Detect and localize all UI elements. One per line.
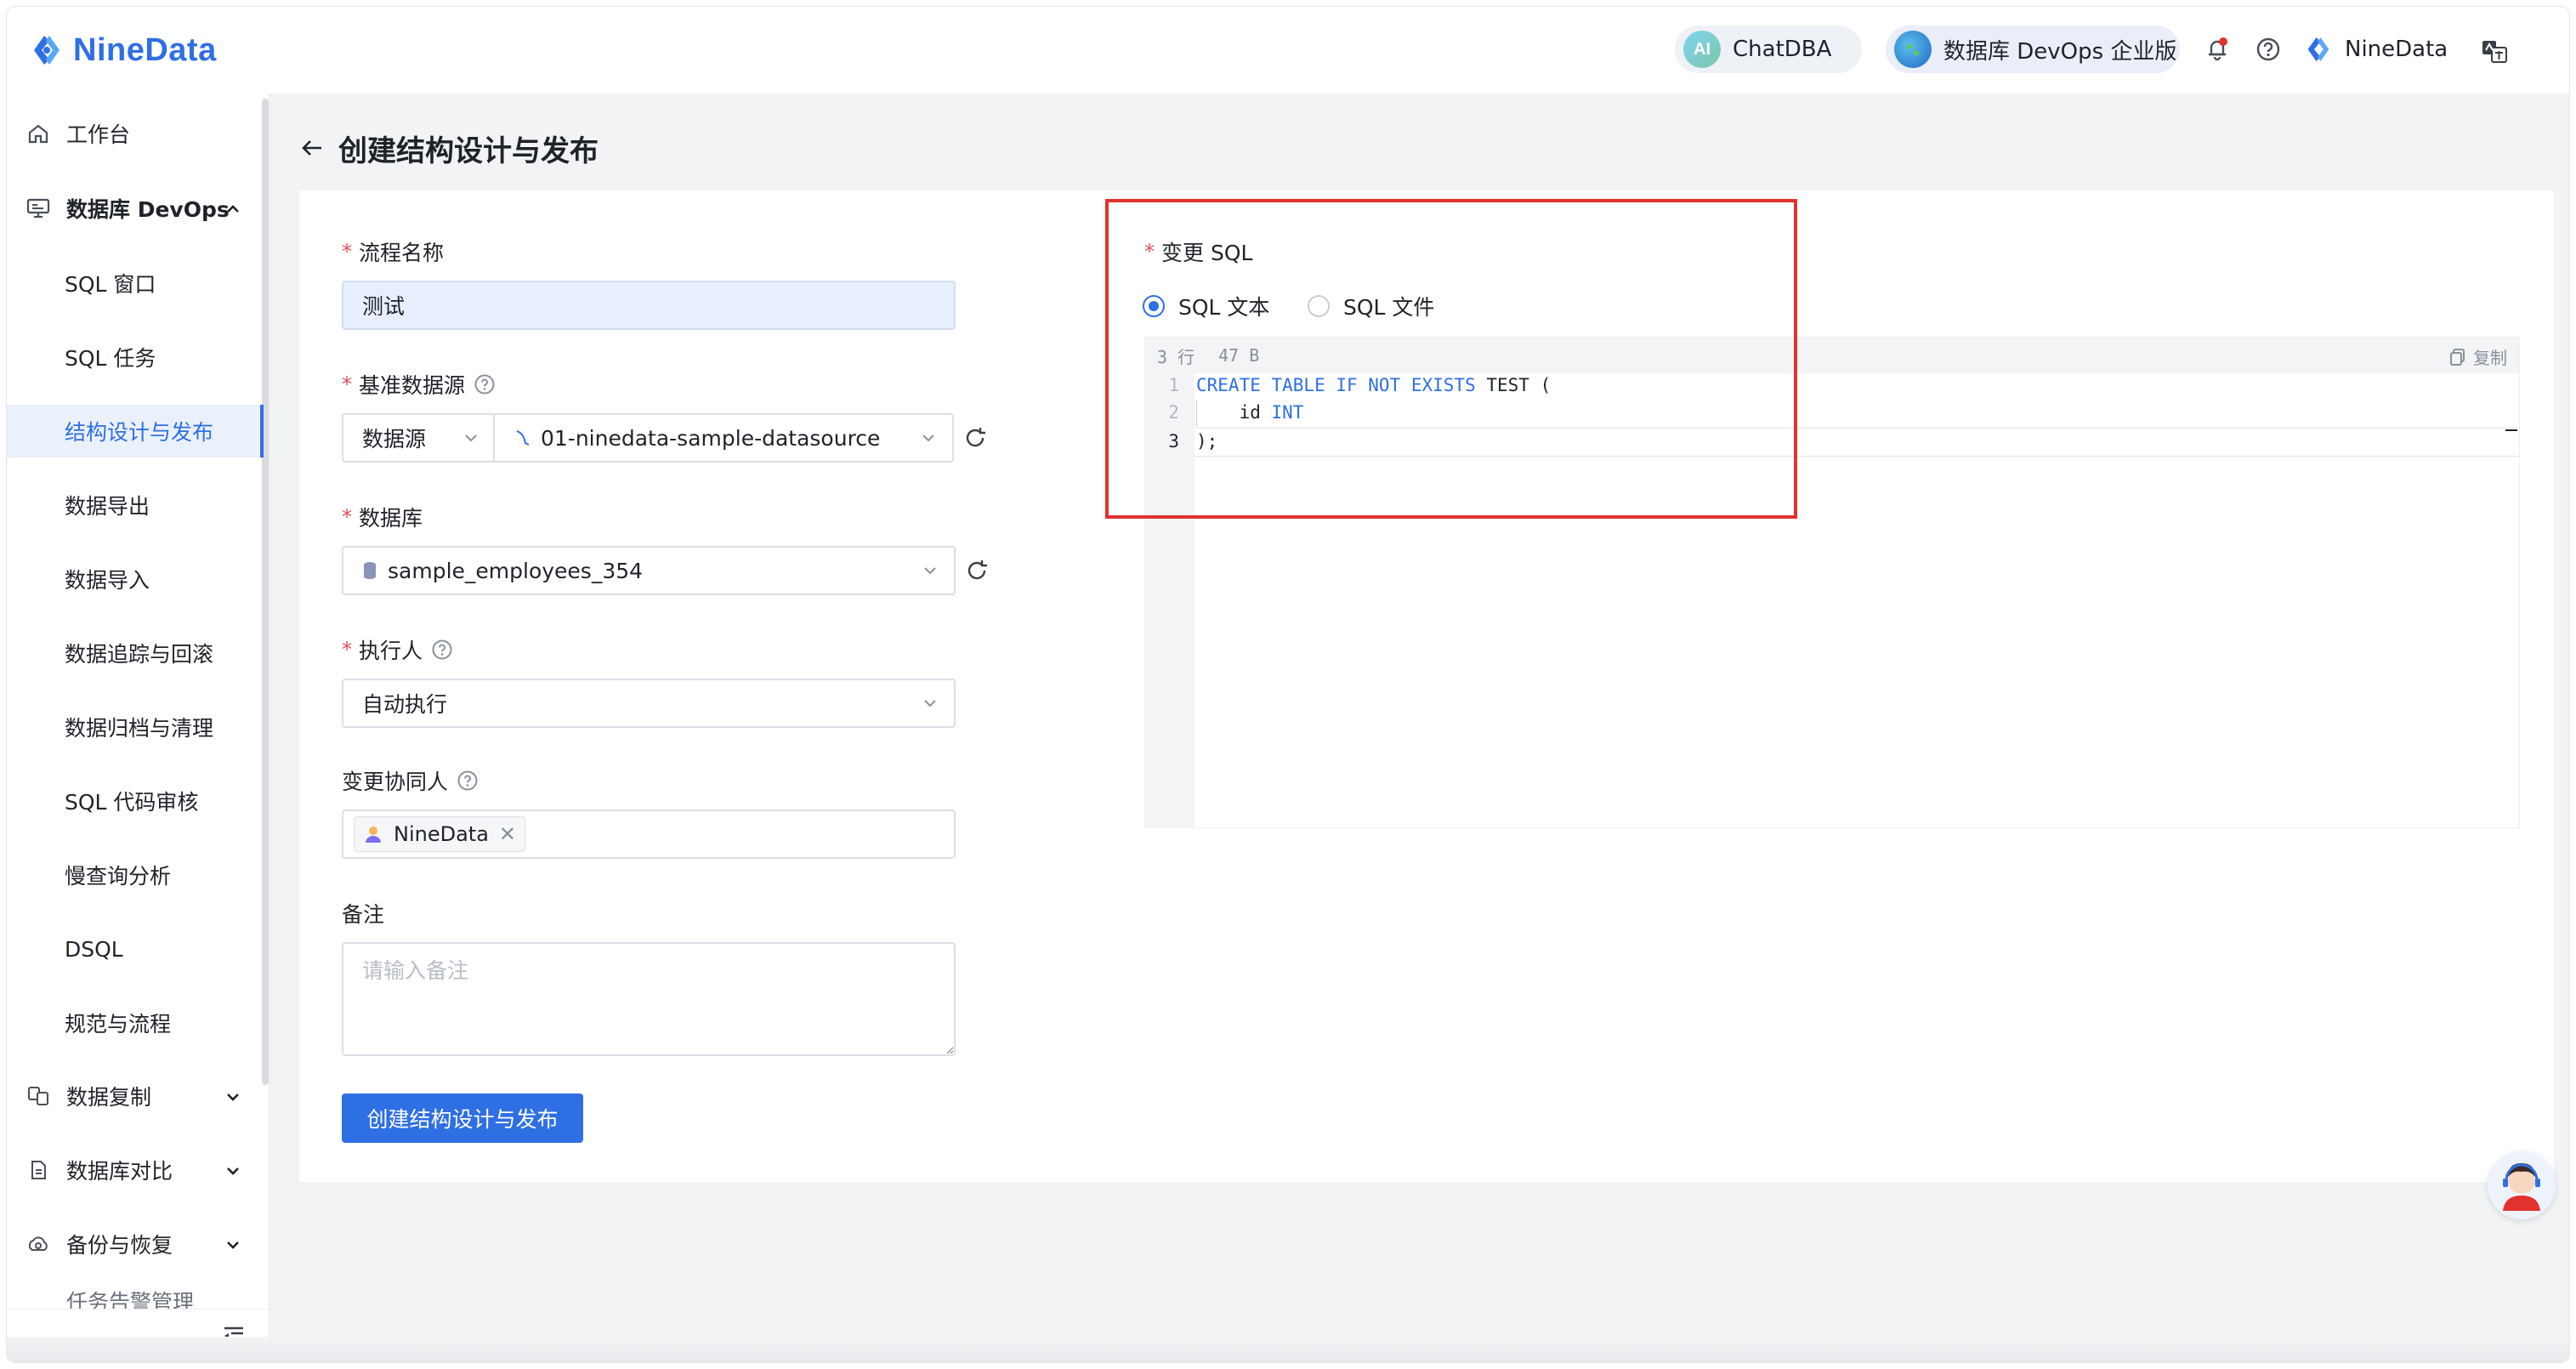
- home-icon: [26, 121, 51, 146]
- submit-button[interactable]: 创建结构设计与发布: [342, 1093, 583, 1143]
- chevron-down-icon: [924, 700, 936, 707]
- copy-icon: [2450, 348, 2465, 366]
- back-arrow-icon[interactable]: [298, 133, 326, 162]
- database-icon: [364, 562, 376, 579]
- support-avatar[interactable]: [2488, 1151, 2556, 1219]
- chevron-down-icon: [922, 435, 934, 442]
- page-title: 创建结构设计与发布: [338, 133, 599, 168]
- sidebar-item-dsql[interactable]: DSQL: [7, 923, 260, 975]
- ninedata-logo-icon: [34, 36, 60, 65]
- collaborator-select[interactable]: NineData ✕: [342, 809, 956, 859]
- sidebar-group-compare[interactable]: 数据库对比: [7, 1144, 260, 1196]
- sidebar-item-data-tracking[interactable]: 数据追踪与回滚: [7, 627, 260, 679]
- note-label: 备注: [342, 902, 385, 927]
- user-avatar-icon: [2307, 37, 2329, 62]
- collaborator-label: 变更协同人: [342, 765, 479, 796]
- sidebar-item-slow-query[interactable]: 慢查询分析: [7, 849, 260, 901]
- monitor-icon: [26, 196, 51, 221]
- remove-tag-icon[interactable]: ✕: [499, 822, 516, 846]
- required-mark: *: [342, 240, 352, 264]
- user-avatar-icon: [366, 827, 381, 843]
- globe-icon: [1894, 31, 1932, 68]
- language-icon[interactable]: [2479, 36, 2510, 66]
- question-icon[interactable]: [474, 373, 496, 395]
- sidebar-item-data-import[interactable]: 数据导入: [7, 553, 260, 605]
- brand-name: NineData: [73, 31, 217, 68]
- chevron-down-icon: [465, 435, 477, 442]
- flow-name-input[interactable]: 测试: [342, 281, 956, 330]
- datasource-select[interactable]: 01-ninedata-sample-datasource: [493, 413, 954, 463]
- cloud-backup-icon: [26, 1231, 51, 1257]
- question-icon[interactable]: [457, 770, 479, 792]
- flow-name-label: * 流程名称: [342, 240, 445, 265]
- note-textarea[interactable]: [342, 942, 956, 1056]
- user-menu[interactable]: NineData: [2302, 31, 2448, 68]
- chevron-up-icon: [227, 205, 239, 213]
- sidebar-item-sql-review[interactable]: SQL 代码审核: [7, 775, 260, 827]
- sidebar-item-workbench[interactable]: 工作台: [7, 107, 260, 160]
- chevron-down-icon: [227, 1167, 239, 1175]
- refresh-icon[interactable]: [964, 558, 990, 583]
- sidebar-group-replication[interactable]: 数据复制: [7, 1070, 260, 1122]
- chevron-down-icon: [924, 567, 936, 575]
- sidebar-item-label: 工作台: [66, 122, 131, 147]
- mysql-icon: [516, 430, 530, 446]
- datasource-label: * 基准数据源: [342, 369, 496, 400]
- sidebar: 工作台 数据库 DevOps SQL 窗口 SQL 任务 结构设计与发布 数据导…: [7, 94, 270, 1362]
- executor-select[interactable]: 自动执行: [342, 679, 956, 728]
- sidebar-group-devops[interactable]: 数据库 DevOps: [7, 182, 260, 235]
- brand-logo[interactable]: NineData: [27, 29, 217, 71]
- scroll-marker: [2505, 429, 2517, 431]
- edition-label: 数据库 DevOps 企业版: [1943, 38, 2177, 65]
- top-header: NineData AI ChatDBA 数据库 DevOps 企业版 NineD…: [7, 7, 2569, 94]
- help-icon[interactable]: [2253, 34, 2284, 65]
- required-mark: *: [342, 372, 352, 396]
- sidebar-item-data-export[interactable]: 数据导出: [7, 479, 260, 531]
- chatdba-button[interactable]: AI ChatDBA: [1675, 26, 1862, 73]
- user-name: NineData: [2345, 37, 2448, 62]
- page-header: 创建结构设计与发布: [298, 126, 599, 170]
- copy-button[interactable]: 复制: [2449, 344, 2507, 369]
- question-icon[interactable]: [431, 639, 453, 661]
- required-mark: *: [342, 505, 352, 529]
- database-select[interactable]: sample_employees_354: [342, 546, 956, 595]
- sidebar-item-standards[interactable]: 规范与流程: [7, 997, 260, 1049]
- datasource-type-select[interactable]: 数据源: [342, 413, 495, 463]
- bell-icon[interactable]: [2202, 34, 2233, 65]
- bottom-edge: [7, 1337, 2569, 1362]
- customer-service-icon: [2503, 1163, 2540, 1211]
- annotation-highlight-box: [1105, 199, 1797, 519]
- alert-icon: [26, 1286, 51, 1311]
- sidebar-group-label: 数据库 DevOps: [66, 197, 230, 222]
- app-window: NineData AI ChatDBA 数据库 DevOps 企业版 NineD…: [7, 7, 2569, 1362]
- executor-label: * 执行人: [342, 634, 453, 665]
- compare-icon: [26, 1157, 51, 1183]
- sidebar-scrollbar[interactable]: [262, 99, 269, 1085]
- collaborator-tag: NineData ✕: [354, 816, 526, 852]
- database-label: * 数据库: [342, 505, 423, 531]
- ai-icon: AI: [1683, 31, 1721, 68]
- sidebar-item-data-archive[interactable]: 数据归档与清理: [7, 701, 260, 753]
- required-mark: *: [342, 638, 352, 662]
- chatdba-label: ChatDBA: [1733, 37, 1832, 62]
- edition-button[interactable]: 数据库 DevOps 企业版: [1886, 26, 2180, 73]
- chevron-down-icon: [227, 1241, 239, 1249]
- sidebar-item-sql-task[interactable]: SQL 任务: [7, 331, 260, 383]
- refresh-icon[interactable]: [962, 425, 988, 451]
- chevron-down-icon: [227, 1093, 239, 1101]
- replication-icon: [26, 1083, 51, 1109]
- sidebar-group-backup[interactable]: 备份与恢复: [7, 1218, 260, 1270]
- sidebar-group-alerts[interactable]: 任务告警管理: [7, 1286, 260, 1311]
- sidebar-item-schema-design[interactable]: 结构设计与发布: [7, 405, 264, 457]
- sidebar-item-sql-window[interactable]: SQL 窗口: [7, 257, 260, 310]
